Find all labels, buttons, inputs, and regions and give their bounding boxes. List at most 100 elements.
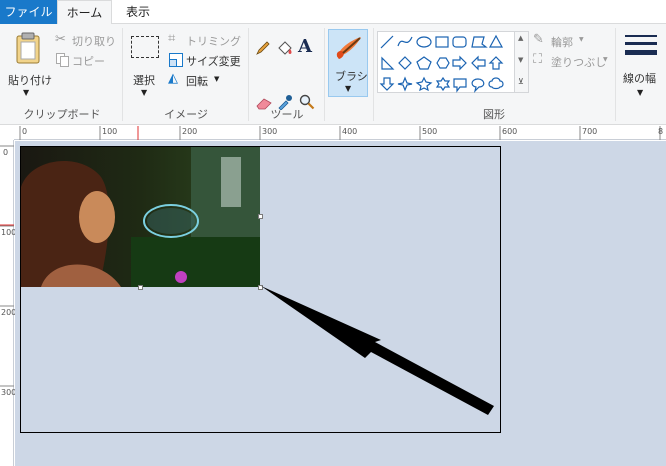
chevron-down-icon: ▼ xyxy=(603,56,608,63)
callout-rect-shape-icon xyxy=(453,78,467,93)
tab-file[interactable]: ファイル xyxy=(0,0,57,24)
chevron-down-icon: ▼ xyxy=(579,36,584,43)
callout-cloud-shape-icon xyxy=(488,77,504,90)
h-tick-label: 200 xyxy=(182,127,198,136)
outline-button[interactable]: ✎ 輪郭 ▼ xyxy=(533,32,593,49)
separator xyxy=(122,28,123,121)
callout-oval-shape-icon xyxy=(471,78,485,93)
fill-label: 塗りつぶし xyxy=(551,56,607,69)
image-group-label: イメージ xyxy=(164,108,208,121)
diamond-shape-icon xyxy=(398,56,412,70)
rounded-rect-shape-icon xyxy=(452,36,467,48)
horizontal-ruler: 0 100 200 300 400 500 600 700 8 xyxy=(14,126,666,140)
h-tick-label: 8 xyxy=(658,127,664,136)
text-tool-icon[interactable]: A xyxy=(298,36,312,57)
right-arrow-shape-icon xyxy=(452,55,467,71)
polygon-shape-icon xyxy=(471,36,488,48)
v-tick-label: 300 xyxy=(1,388,17,397)
separator xyxy=(248,28,249,121)
left-arrow-shape-icon xyxy=(471,55,486,71)
vertical-ruler: 0 100 200 300 xyxy=(0,140,17,466)
size-button[interactable]: 線の幅 ▼ xyxy=(619,30,663,102)
copy-icon xyxy=(56,53,69,67)
scissors-icon: ✂ xyxy=(55,32,66,47)
brush-button[interactable]: ブラシ ▼ xyxy=(328,29,368,97)
crop-icon: ⌗ xyxy=(168,31,176,46)
right-triangle-shape-icon xyxy=(381,56,395,70)
vertical-ruler-ticks xyxy=(0,145,14,387)
star4-shape-icon xyxy=(397,76,413,92)
chevron-down-icon: ▼ xyxy=(23,88,30,97)
selection-handle[interactable] xyxy=(138,285,143,290)
star6-shape-icon xyxy=(435,76,451,92)
separator xyxy=(324,28,325,121)
resize-button[interactable]: サイズ変更 xyxy=(168,52,248,68)
h-tick-label: 600 xyxy=(502,127,518,136)
fill-button[interactable]: ⛶ 塗りつぶし ▼ xyxy=(533,52,613,69)
shapes-grid xyxy=(379,34,504,93)
crop-label: トリミング xyxy=(186,35,241,48)
shapes-scroll[interactable]: ▲ ▼ ⊻ xyxy=(515,31,529,93)
down-arrow-shape-icon xyxy=(379,77,395,91)
fill-icon: ⛶ xyxy=(533,52,543,67)
copy-button[interactable]: コピー xyxy=(55,52,117,68)
rotate-label: 回転 xyxy=(186,75,208,88)
h-tick-label: 500 xyxy=(422,127,438,136)
cut-label: 切り取り xyxy=(72,35,116,48)
shapes-gallery xyxy=(377,31,515,93)
v-tick-label: 0 xyxy=(3,148,9,157)
chevron-down-icon: ▼ xyxy=(141,88,148,97)
h-tick-label: 300 xyxy=(262,127,278,136)
pentagon-shape-icon xyxy=(416,56,432,70)
select-button[interactable]: 選択 ▼ xyxy=(128,30,164,102)
expand-gallery-icon[interactable]: ⊻ xyxy=(518,77,524,86)
size-label: 線の幅 xyxy=(623,72,656,85)
v-tick-label: 200 xyxy=(1,308,17,317)
curve-shape-icon xyxy=(397,36,413,47)
rectangle-shape-icon xyxy=(435,36,449,48)
cut-button[interactable]: ✂ 切り取り xyxy=(55,32,117,48)
clipboard-icon xyxy=(16,32,40,64)
ruler-corner xyxy=(0,126,14,140)
crop-button[interactable]: ⌗ トリミング xyxy=(168,31,248,48)
rotate-button[interactable]: ◭ 回転 ▼ xyxy=(168,71,248,88)
selection-handle[interactable] xyxy=(258,214,263,219)
scroll-down-icon[interactable]: ▼ xyxy=(518,56,523,64)
paste-button[interactable]: 貼り付け ▼ xyxy=(4,30,52,102)
tab-view[interactable]: 表示 xyxy=(112,0,164,24)
chevron-down-icon: ▼ xyxy=(637,88,644,97)
pasted-photo[interactable] xyxy=(21,147,260,287)
ribbon: 貼り付け ▼ ✂ 切り取り コピー クリップボード 選択 ▼ ⌗ トリミング サ… xyxy=(0,24,666,125)
separator xyxy=(615,28,616,121)
outline-icon: ✎ xyxy=(533,32,544,47)
h-tick-label: 0 xyxy=(22,127,28,136)
line-shape-icon xyxy=(380,35,394,49)
fill-bucket-icon[interactable] xyxy=(276,39,294,57)
clipboard-group-label: クリップボード xyxy=(23,108,101,121)
select-label: 選択 xyxy=(133,74,155,87)
up-arrow-shape-icon xyxy=(488,56,504,70)
star5-shape-icon xyxy=(415,76,433,92)
tools-group-label: ツール xyxy=(270,108,304,121)
chevron-down-icon: ▼ xyxy=(345,84,352,93)
resize-label: サイズ変更 xyxy=(186,55,241,68)
scroll-up-icon[interactable]: ▲ xyxy=(518,34,523,42)
arrow-drawing[interactable] xyxy=(255,282,500,422)
copy-label: コピー xyxy=(72,55,105,68)
pencil-icon[interactable] xyxy=(255,40,271,56)
h-tick-label: 400 xyxy=(342,127,358,136)
v-tick-label: 100 xyxy=(1,228,17,237)
outline-label: 輪郭 xyxy=(551,36,573,49)
shapes-group-label: 図形 xyxy=(483,108,505,121)
chevron-down-icon: ▼ xyxy=(214,75,220,83)
h-tick-label: 700 xyxy=(582,127,598,136)
rotate-icon: ◭ xyxy=(168,71,178,86)
menu-bar: ファイル ホーム 表示 xyxy=(0,0,666,25)
h-tick-label: 100 xyxy=(102,127,118,136)
paste-label: 貼り付け xyxy=(8,74,52,87)
oval-shape-icon xyxy=(416,36,432,48)
resize-icon xyxy=(169,53,183,67)
tab-home[interactable]: ホーム xyxy=(57,0,112,25)
brush-icon xyxy=(336,37,361,59)
select-rect-icon xyxy=(131,36,159,58)
